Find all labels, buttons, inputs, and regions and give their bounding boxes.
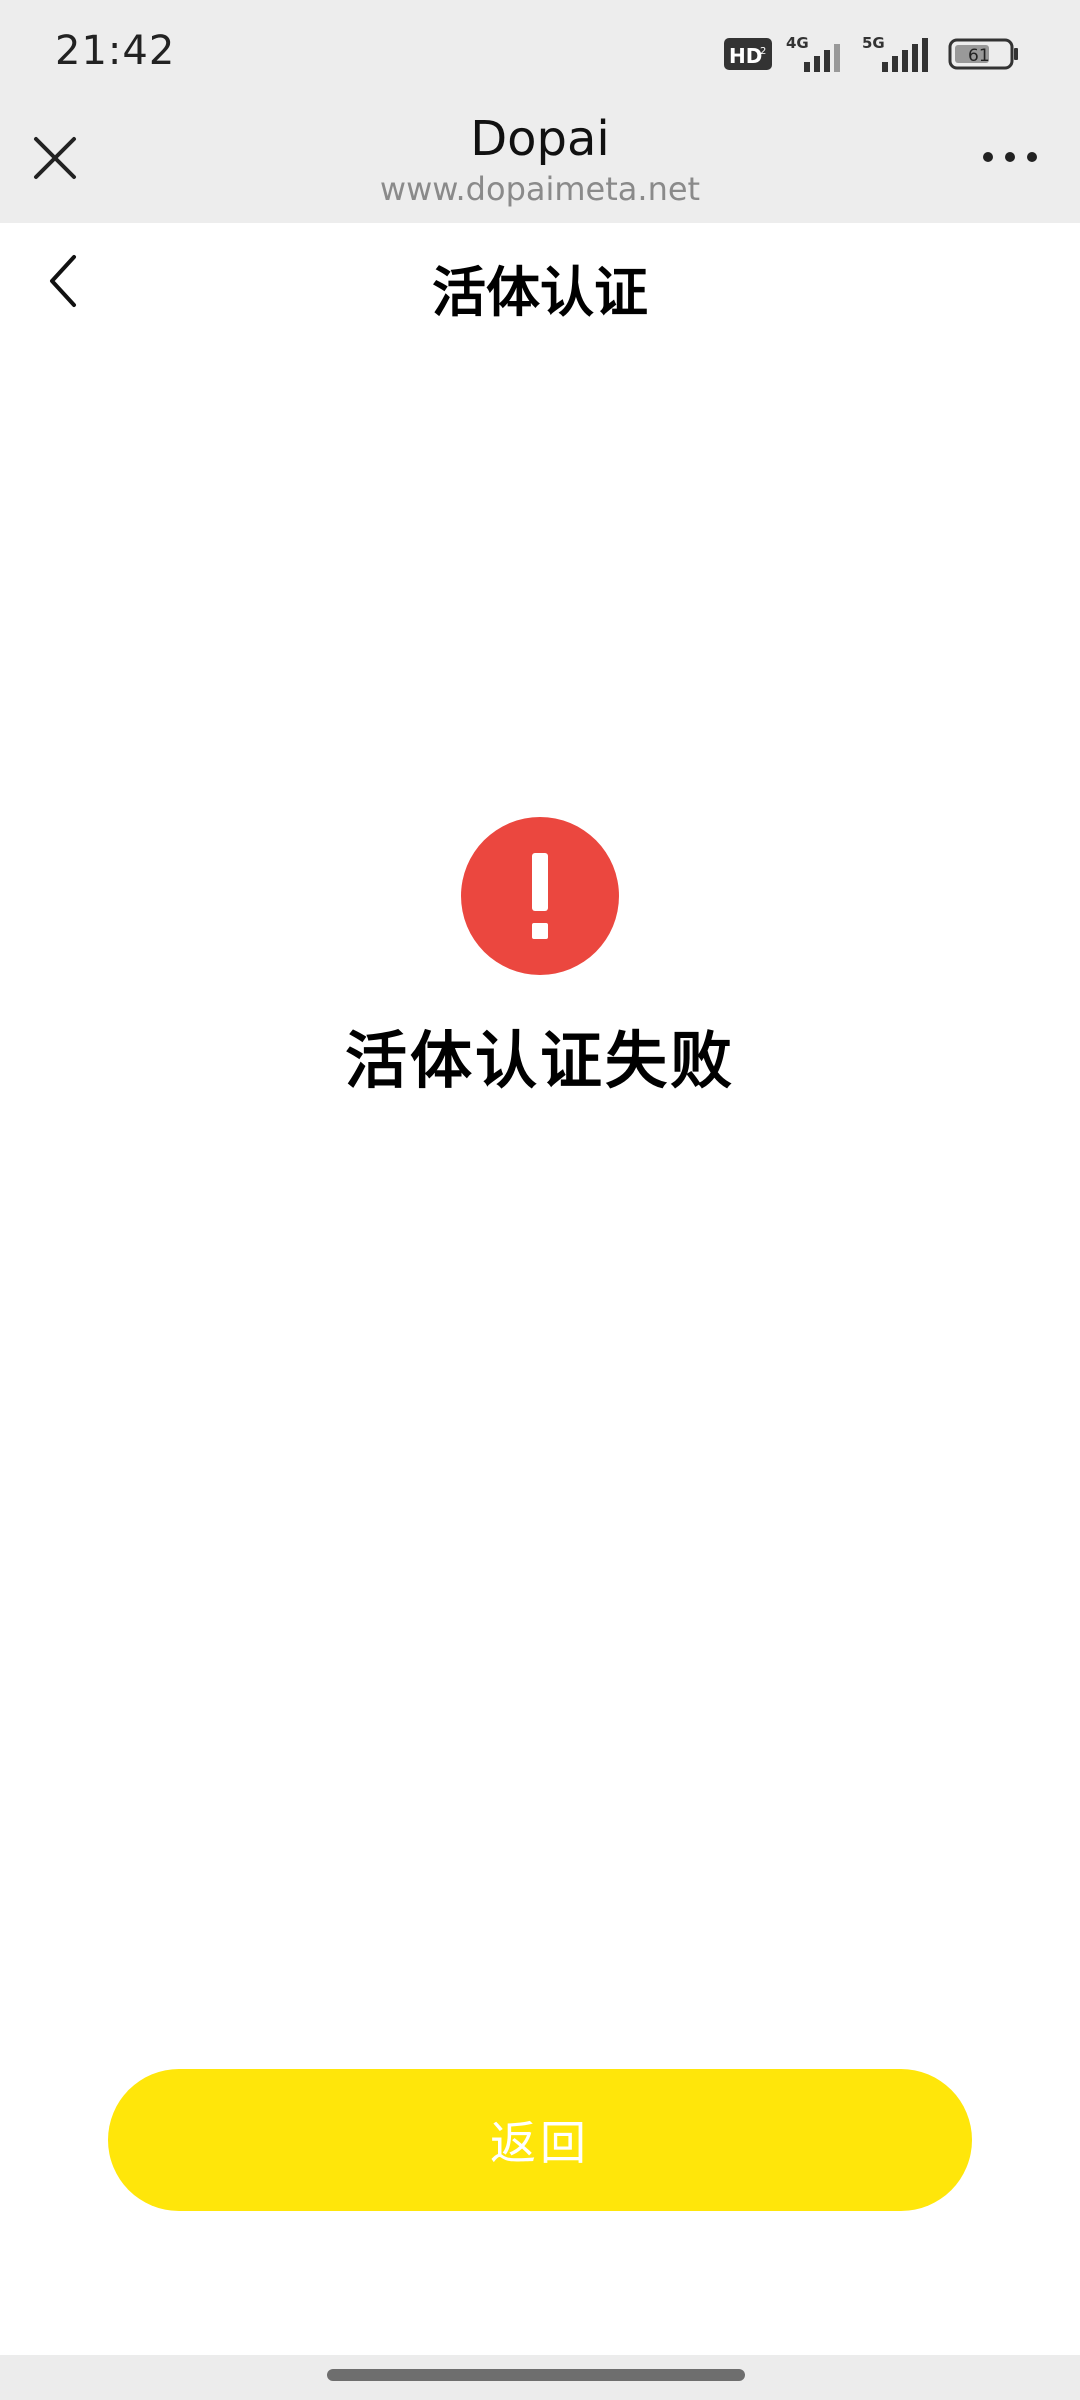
svg-text:HD: HD bbox=[729, 44, 762, 68]
svg-text:61: 61 bbox=[968, 46, 990, 66]
svg-text:4G: 4G bbox=[786, 34, 809, 52]
system-nav-bar bbox=[0, 2355, 1080, 2400]
battery-icon: 61 bbox=[948, 38, 1018, 70]
status-icons: HD 2 4G 5G 61 bbox=[724, 34, 1020, 74]
svg-text:5G: 5G bbox=[862, 34, 885, 52]
home-indicator[interactable] bbox=[327, 2369, 745, 2381]
more-icon[interactable] bbox=[980, 145, 1040, 169]
browser-bar: Dopai www.dopaimeta.net bbox=[0, 105, 1080, 223]
hd-icon: HD 2 bbox=[724, 38, 772, 70]
browser-title: Dopai bbox=[470, 111, 610, 167]
status-bar: 21:42 HD 2 4G 5G 61 bbox=[0, 0, 1080, 105]
nav-bar: 活体认证 bbox=[0, 223, 1080, 343]
return-button[interactable]: 返回 bbox=[108, 2069, 972, 2211]
exclamation-circle-icon bbox=[461, 817, 619, 975]
signal-4g-icon: 4G bbox=[786, 34, 840, 72]
page-title: 活体认证 bbox=[432, 261, 648, 324]
result-message: 活体认证失败 bbox=[344, 1024, 735, 1097]
status-time: 21:42 bbox=[55, 28, 176, 74]
svg-text:2: 2 bbox=[760, 46, 766, 57]
signal-5g-icon: 5G bbox=[862, 34, 928, 72]
browser-url: www.dopaimeta.net bbox=[379, 170, 701, 208]
